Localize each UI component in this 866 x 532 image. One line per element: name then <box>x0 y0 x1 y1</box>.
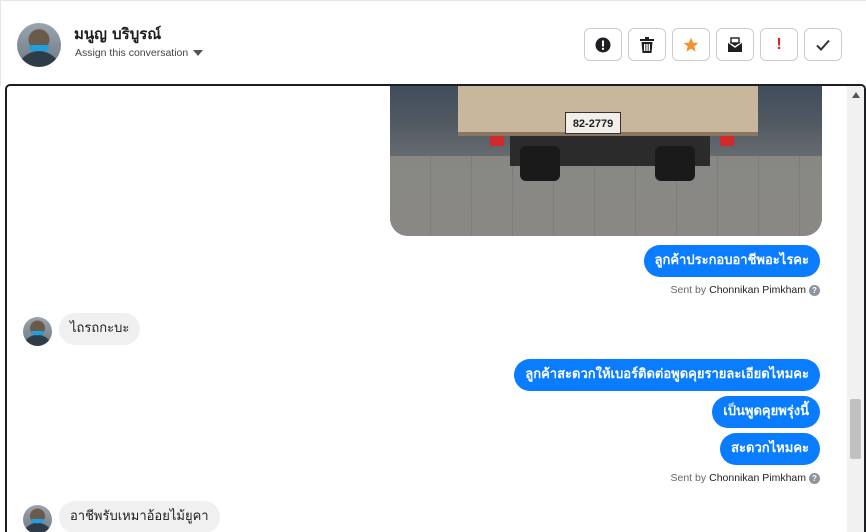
scrollbar[interactable] <box>847 86 864 532</box>
assign-label: Assign this conversation <box>75 47 189 59</box>
mark-important-button[interactable]: ! <box>760 28 798 61</box>
exclamation-icon: ! <box>776 35 782 53</box>
conversation-toolbar: ! <box>584 28 842 61</box>
archive-button[interactable] <box>716 28 754 61</box>
contact-avatar[interactable] <box>17 23 61 67</box>
star-button[interactable] <box>672 28 710 61</box>
scroll-up-arrow-icon[interactable] <box>852 92 860 98</box>
sender-name: Chonnikan Pimkham <box>709 284 806 296</box>
help-icon[interactable]: ? <box>809 284 820 296</box>
help-icon[interactable]: ? <box>809 472 820 484</box>
caret-down-icon <box>193 50 204 56</box>
sent-by-label: Sent by Chonnikan Pimkham ? <box>671 284 820 296</box>
checkmark-icon <box>816 39 830 51</box>
message-bubble-incoming[interactable]: อาชีพรับเหมาอ้อยไม้ยูคา <box>59 501 220 532</box>
delete-button[interactable] <box>628 28 666 61</box>
assign-conversation-dropdown[interactable]: Assign this conversation <box>75 47 204 59</box>
trash-icon <box>640 36 654 53</box>
archive-envelope-icon <box>727 36 743 52</box>
alert-circle-icon <box>595 37 611 52</box>
message-bubble-outgoing[interactable]: เป็นพูดคุยพรุ่งนี้ <box>712 396 820 428</box>
message-bubble-outgoing[interactable]: ลูกค้าสะดวกให้เบอร์ติดต่อพูดคุยรายละเอีย… <box>514 359 820 391</box>
message-bubble-outgoing[interactable]: สะดวกไหมคะ <box>720 433 820 465</box>
contact-name[interactable]: มนูญ บริบูรณ์ <box>74 22 161 46</box>
sent-by-label: Sent by Chonnikan Pimkham ? <box>671 472 820 484</box>
message-bubble-outgoing[interactable]: ลูกค้าประกอบอาชีพอะไรคะ <box>643 245 820 277</box>
license-plate: 82-2779 <box>565 112 621 134</box>
contact-avatar-small[interactable] <box>23 505 52 532</box>
star-icon <box>683 37 699 52</box>
conversation-header: มนูญ บริบูรณ์ Assign this conversation ! <box>0 0 866 86</box>
message-bubble-incoming[interactable]: ไถรถกะบะ <box>59 313 141 345</box>
contact-avatar-small[interactable] <box>23 317 52 346</box>
sender-name: Chonnikan Pimkham <box>709 472 806 484</box>
mark-done-button[interactable] <box>804 28 842 61</box>
mark-spam-button[interactable] <box>584 28 622 61</box>
message-thread[interactable]: 82-2779 ลูกค้าประกอบอาชีพอะไรคะ Sent by … <box>5 84 866 532</box>
photo-attachment[interactable]: 82-2779 <box>390 86 822 236</box>
scrollbar-thumb[interactable] <box>850 399 861 459</box>
